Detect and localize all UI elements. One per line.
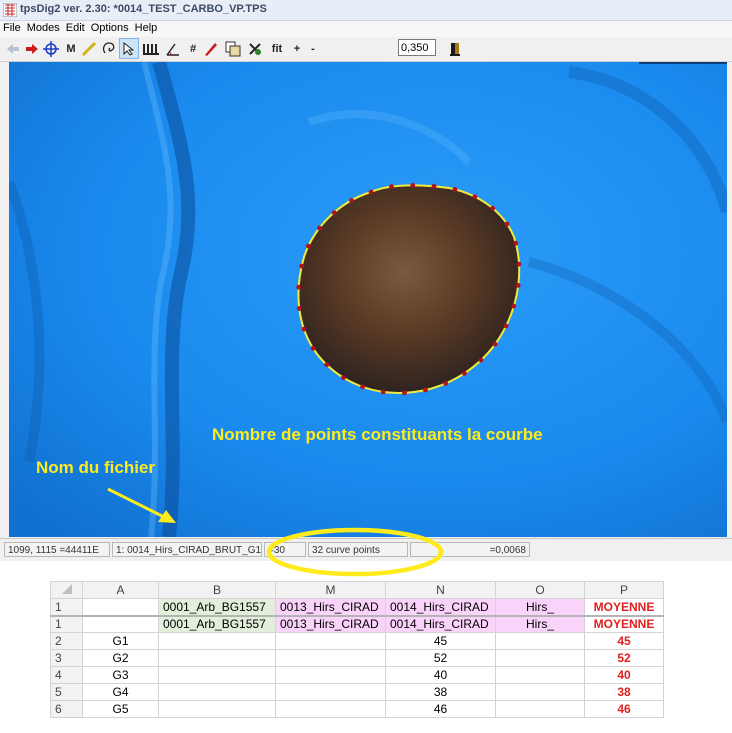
cell[interactable]: 45 xyxy=(584,632,664,650)
row-header[interactable]: 1 xyxy=(50,598,83,617)
cell[interactable]: 52 xyxy=(584,649,664,667)
row-header[interactable]: 1 xyxy=(50,615,83,633)
table-row: 4 G3 40 40 xyxy=(50,666,664,684)
cell[interactable] xyxy=(158,649,276,667)
cell[interactable]: 0013_Hirs_CIRAD xyxy=(275,598,386,617)
cell[interactable]: G5 xyxy=(82,700,159,718)
table-row: 5 G4 38 38 xyxy=(50,683,664,701)
cell[interactable]: 46 xyxy=(584,700,664,718)
cell[interactable]: 38 xyxy=(584,683,664,701)
cell[interactable] xyxy=(495,649,585,667)
cell[interactable] xyxy=(275,632,386,650)
cell[interactable]: Hirs_ xyxy=(495,615,585,633)
cell[interactable] xyxy=(275,666,386,684)
cell[interactable]: 38 xyxy=(385,683,496,701)
cell[interactable] xyxy=(495,632,585,650)
cell[interactable]: MOYENNE xyxy=(584,598,664,617)
cell[interactable]: 0014_Hirs_CIRAD xyxy=(385,615,496,633)
table-row: 2 G1 45 45 xyxy=(50,632,664,650)
col-header-o[interactable]: O xyxy=(495,581,585,599)
col-header-a[interactable]: A xyxy=(82,581,159,599)
cell[interactable]: 0013_Hirs_CIRAD xyxy=(275,615,386,633)
cell[interactable]: 45 xyxy=(385,632,496,650)
cell[interactable]: Hirs_ xyxy=(495,598,585,617)
row-header[interactable]: 3 xyxy=(50,649,83,667)
table-row: 1 0001_Arb_BG1557 0013_Hirs_CIRAD 0014_H… xyxy=(50,598,664,617)
cell[interactable]: 52 xyxy=(385,649,496,667)
cell[interactable]: 40 xyxy=(584,666,664,684)
table-row: 3 G2 52 52 xyxy=(50,649,664,667)
row-header[interactable]: 5 xyxy=(50,683,83,701)
col-header-n[interactable]: N xyxy=(385,581,496,599)
cell[interactable] xyxy=(158,700,276,718)
arrow-line xyxy=(107,487,167,520)
corner-cell[interactable] xyxy=(50,581,83,599)
col-header-p[interactable]: P xyxy=(584,581,664,599)
cell[interactable] xyxy=(495,666,585,684)
cell[interactable]: 0001_Arb_BG1557 xyxy=(158,615,276,633)
spreadsheet: A B M N O P 1 0001_Arb_BG1557 0013_Hirs_… xyxy=(50,581,664,718)
cell[interactable] xyxy=(495,683,585,701)
select-all-icon xyxy=(61,584,72,594)
row-header[interactable]: 2 xyxy=(50,632,83,650)
highlight-ellipse xyxy=(266,527,444,577)
cell[interactable]: G1 xyxy=(82,632,159,650)
col-header-b[interactable]: B xyxy=(158,581,276,599)
cell[interactable] xyxy=(275,683,386,701)
cell[interactable]: 0001_Arb_BG1557 xyxy=(158,598,276,617)
cell[interactable] xyxy=(82,598,159,617)
cell[interactable] xyxy=(158,632,276,650)
cell[interactable]: MOYENNE xyxy=(584,615,664,633)
cell[interactable]: 40 xyxy=(385,666,496,684)
cell[interactable] xyxy=(158,683,276,701)
cell[interactable] xyxy=(495,700,585,718)
cell[interactable]: 0014_Hirs_CIRAD xyxy=(385,598,496,617)
cell[interactable]: 46 xyxy=(385,700,496,718)
col-header-m[interactable]: M xyxy=(275,581,386,599)
table-row: 1 0001_Arb_BG1557 0013_Hirs_CIRAD 0014_H… xyxy=(50,615,664,633)
cell[interactable] xyxy=(275,649,386,667)
row-header[interactable]: 6 xyxy=(50,700,83,718)
cell[interactable] xyxy=(275,700,386,718)
cell[interactable]: G3 xyxy=(82,666,159,684)
cell[interactable]: G2 xyxy=(82,649,159,667)
row-header[interactable]: 4 xyxy=(50,666,83,684)
cell[interactable] xyxy=(82,615,159,633)
table-row: 6 G5 46 46 xyxy=(50,700,664,718)
cell[interactable] xyxy=(158,666,276,684)
cell[interactable]: G4 xyxy=(82,683,159,701)
